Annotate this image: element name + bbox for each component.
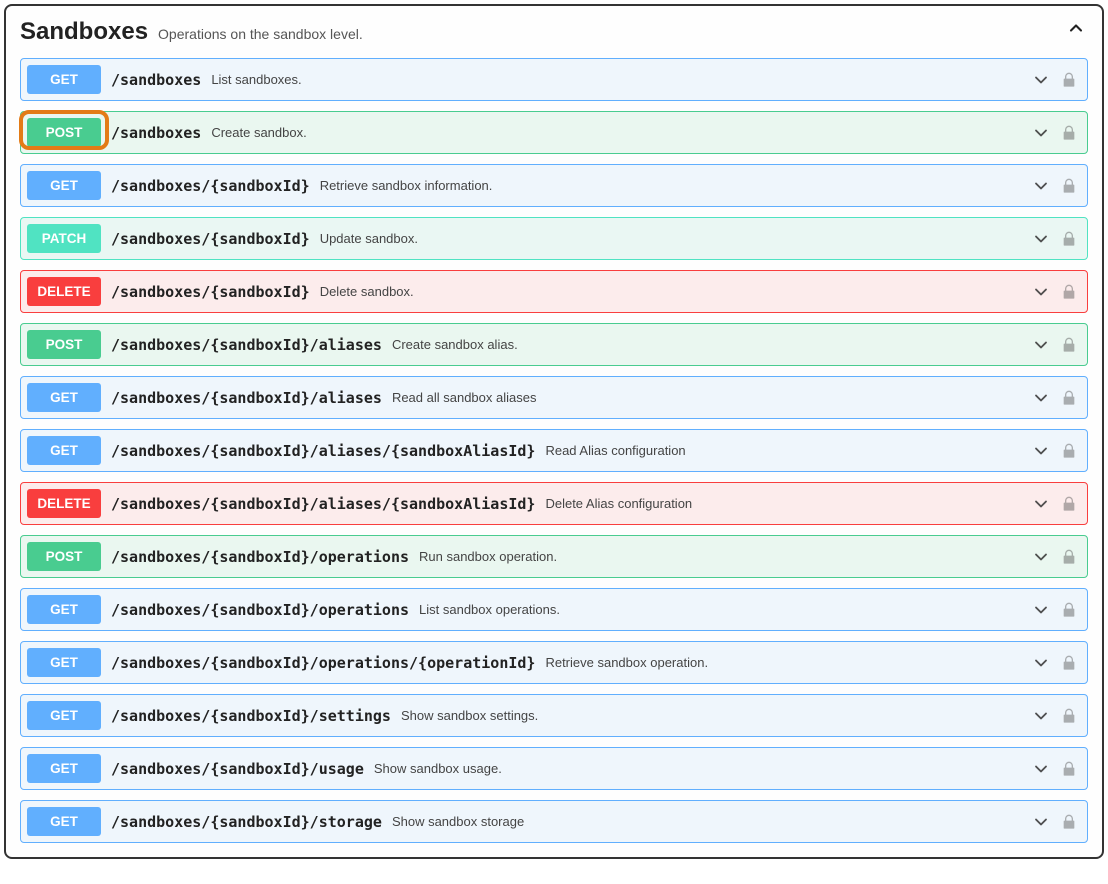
chevron-down-icon[interactable] <box>1031 600 1051 620</box>
chevron-down-icon[interactable] <box>1031 70 1051 90</box>
endpoint-path: /sandboxes/{sandboxId}/settings <box>111 707 391 725</box>
collapse-section-toggle[interactable] <box>1066 18 1086 38</box>
endpoint-row[interactable]: GET/sandboxes/{sandboxId}/storage Show sa… <box>20 800 1088 843</box>
lock-icon[interactable] <box>1061 602 1077 618</box>
endpoint-description: Read Alias configuration <box>545 443 685 458</box>
lock-icon[interactable] <box>1061 761 1077 777</box>
endpoint-description: Retrieve sandbox information. <box>320 178 493 193</box>
lock-icon[interactable] <box>1061 814 1077 830</box>
endpoint-path: /sandboxes/{sandboxId}/operations <box>111 548 409 566</box>
endpoint-row[interactable]: POST/sandboxes/{sandboxId}/aliases Create… <box>20 323 1088 366</box>
lock-icon[interactable] <box>1061 231 1077 247</box>
chevron-down-icon[interactable] <box>1031 759 1051 779</box>
endpoint-description: Create sandbox alias. <box>392 337 518 352</box>
endpoint-path: /sandboxes/{sandboxId}/aliases <box>111 336 382 354</box>
endpoint-list: GET/sandboxes List sandboxes. POST/sandbox… <box>20 58 1088 843</box>
endpoint-path: /sandboxes/{sandboxId} <box>111 283 310 301</box>
endpoint-row[interactable]: GET/sandboxes/{sandboxId}/aliases Read al… <box>20 376 1088 419</box>
method-badge: GET <box>27 754 101 783</box>
endpoint-row[interactable]: GET/sandboxes/{sandboxId}/aliases/{sandb… <box>20 429 1088 472</box>
method-badge: GET <box>27 595 101 624</box>
endpoint-description: List sandbox operations. <box>419 602 560 617</box>
chevron-down-icon[interactable] <box>1031 123 1051 143</box>
method-badge: POST <box>27 330 101 359</box>
endpoint-description: List sandboxes. <box>211 72 301 87</box>
endpoint-path: /sandboxes/{sandboxId}/aliases/{sandboxA… <box>111 442 535 460</box>
lock-icon[interactable] <box>1061 390 1077 406</box>
lock-icon[interactable] <box>1061 337 1077 353</box>
lock-icon[interactable] <box>1061 443 1077 459</box>
method-badge: PATCH <box>27 224 101 253</box>
lock-icon[interactable] <box>1061 125 1077 141</box>
endpoint-path: /sandboxes/{sandboxId}/storage <box>111 813 382 831</box>
method-badge: DELETE <box>27 489 101 518</box>
endpoint-path: /sandboxes/{sandboxId} <box>111 230 310 248</box>
endpoint-description: Delete Alias configuration <box>545 496 692 511</box>
chevron-down-icon[interactable] <box>1031 706 1051 726</box>
chevron-down-icon[interactable] <box>1031 812 1051 832</box>
endpoint-row[interactable]: GET/sandboxes/{sandboxId} Retrieve sandbo… <box>20 164 1088 207</box>
endpoint-row[interactable]: GET/sandboxes/{sandboxId}/operations/{op… <box>20 641 1088 684</box>
endpoint-description: Create sandbox. <box>211 125 306 140</box>
chevron-down-icon[interactable] <box>1031 388 1051 408</box>
endpoint-description: Show sandbox usage. <box>374 761 502 776</box>
section-description: Operations on the sandbox level. <box>158 26 363 42</box>
section-header[interactable]: Sandboxes Operations on the sandbox leve… <box>20 18 1088 46</box>
section-title: Sandboxes <box>20 18 148 46</box>
endpoint-path: /sandboxes/{sandboxId}/aliases <box>111 389 382 407</box>
lock-icon[interactable] <box>1061 549 1077 565</box>
method-badge: POST <box>27 118 101 147</box>
method-badge: DELETE <box>27 277 101 306</box>
endpoint-path: /sandboxes/{sandboxId}/operations/{opera… <box>111 654 535 672</box>
method-badge: GET <box>27 807 101 836</box>
endpoint-description: Show sandbox settings. <box>401 708 538 723</box>
lock-icon[interactable] <box>1061 284 1077 300</box>
lock-icon[interactable] <box>1061 72 1077 88</box>
lock-icon[interactable] <box>1061 178 1077 194</box>
method-badge: GET <box>27 436 101 465</box>
method-badge: GET <box>27 701 101 730</box>
chevron-down-icon[interactable] <box>1031 494 1051 514</box>
endpoint-path: /sandboxes/{sandboxId}/usage <box>111 760 364 778</box>
lock-icon[interactable] <box>1061 655 1077 671</box>
endpoint-row[interactable]: GET/sandboxes List sandboxes. <box>20 58 1088 101</box>
method-badge: GET <box>27 171 101 200</box>
method-badge: POST <box>27 542 101 571</box>
endpoint-description: Show sandbox storage <box>392 814 524 829</box>
endpoint-row[interactable]: GET/sandboxes/{sandboxId}/usage Show sand… <box>20 747 1088 790</box>
chevron-down-icon[interactable] <box>1031 441 1051 461</box>
lock-icon[interactable] <box>1061 708 1077 724</box>
endpoint-path: /sandboxes <box>111 71 201 89</box>
method-badge: GET <box>27 648 101 677</box>
endpoint-row[interactable]: DELETE/sandboxes/{sandboxId}/aliases/{sa… <box>20 482 1088 525</box>
endpoint-row[interactable]: DELETE/sandboxes/{sandboxId} Delete sandb… <box>20 270 1088 313</box>
endpoint-description: Run sandbox operation. <box>419 549 557 564</box>
endpoint-row[interactable]: PATCH/sandboxes/{sandboxId} Update sandbo… <box>20 217 1088 260</box>
api-section-panel: Sandboxes Operations on the sandbox leve… <box>4 4 1104 859</box>
endpoint-description: Retrieve sandbox operation. <box>545 655 708 670</box>
endpoint-row[interactable]: GET/sandboxes/{sandboxId}/settings Show s… <box>20 694 1088 737</box>
endpoint-path: /sandboxes/{sandboxId}/operations <box>111 601 409 619</box>
endpoint-description: Update sandbox. <box>320 231 418 246</box>
endpoint-path: /sandboxes <box>111 124 201 142</box>
chevron-down-icon[interactable] <box>1031 653 1051 673</box>
endpoint-path: /sandboxes/{sandboxId}/aliases/{sandboxA… <box>111 495 535 513</box>
endpoint-path: /sandboxes/{sandboxId} <box>111 177 310 195</box>
chevron-down-icon[interactable] <box>1031 335 1051 355</box>
endpoint-row[interactable]: POST/sandboxes Create sandbox. <box>20 111 1088 154</box>
method-badge: GET <box>27 65 101 94</box>
endpoint-description: Read all sandbox aliases <box>392 390 537 405</box>
lock-icon[interactable] <box>1061 496 1077 512</box>
chevron-down-icon[interactable] <box>1031 547 1051 567</box>
chevron-down-icon[interactable] <box>1031 282 1051 302</box>
endpoint-row[interactable]: POST/sandboxes/{sandboxId}/operations Run… <box>20 535 1088 578</box>
endpoint-row[interactable]: GET/sandboxes/{sandboxId}/operations List… <box>20 588 1088 631</box>
chevron-down-icon[interactable] <box>1031 229 1051 249</box>
chevron-up-icon <box>1066 18 1086 38</box>
method-badge: GET <box>27 383 101 412</box>
chevron-down-icon[interactable] <box>1031 176 1051 196</box>
endpoint-description: Delete sandbox. <box>320 284 414 299</box>
